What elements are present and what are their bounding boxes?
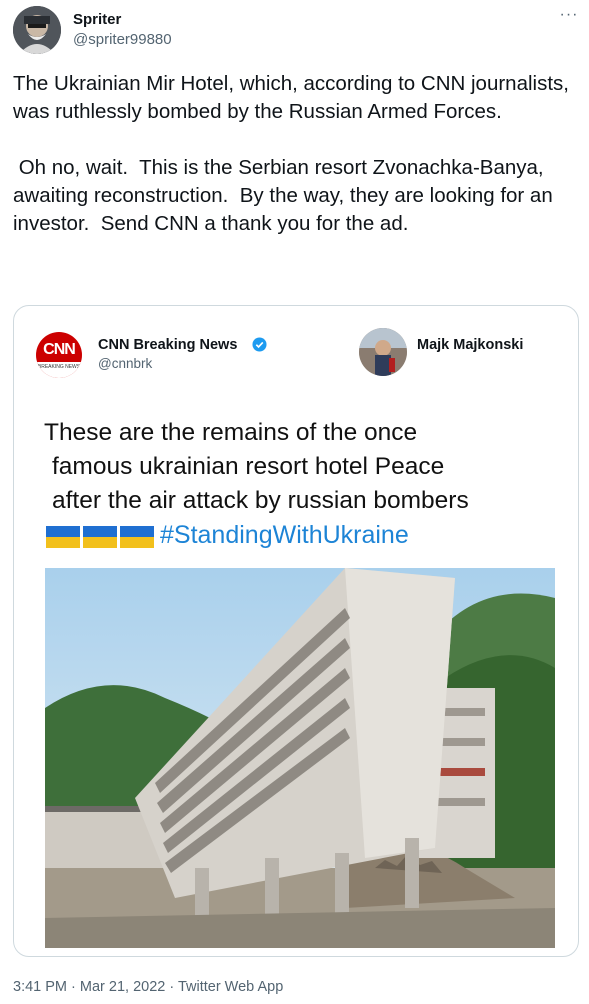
tweet-header: Spriter @spriter99880 ··· [0,0,589,60]
author-name[interactable]: Spriter [73,11,121,28]
headline-line-1: These are the remains of the once [44,419,418,446]
ukraine-flag-icon [83,526,117,548]
embedded-headline: These are the remains of the once famous… [44,416,564,518]
tweet-media-image[interactable]: CNN BREAKING NEWS CNN Breaking News @cnn… [13,305,579,957]
author-handle[interactable]: @spriter99880 [73,31,172,48]
embedded-user-name: Majk Majkonski [417,337,524,353]
more-options-icon[interactable]: ··· [556,7,582,28]
headline-line-2: famous ukrainian resort hotel Peace [52,453,445,480]
cnn-logo-text: CNN [43,341,76,358]
embedded-cnn-handle: @cnnbrk [98,356,153,371]
tweet-text: The Ukrainian Mir Hotel, which, accordin… [13,72,569,235]
cnn-logo-strip: BREAKING NEWS [36,362,82,378]
embedded-hashtag: #StandingWithUkraine [160,521,409,549]
verified-badge-icon [252,337,267,352]
ukraine-flag-icon [46,526,80,548]
tweet-timestamp[interactable]: 3:41 PM · Mar 21, 2022 · Twitter Web App [13,979,283,995]
damaged-hotel-photo [45,568,555,948]
ukraine-flag-icon [120,526,154,548]
embedded-cnn-name: CNN Breaking News [98,337,238,353]
cnn-logo: CNN BREAKING NEWS [36,332,82,378]
embedded-user-avatar [359,328,407,376]
headline-line-3: after the air attack by russian bombers [52,487,469,514]
author-avatar[interactable] [13,6,61,54]
